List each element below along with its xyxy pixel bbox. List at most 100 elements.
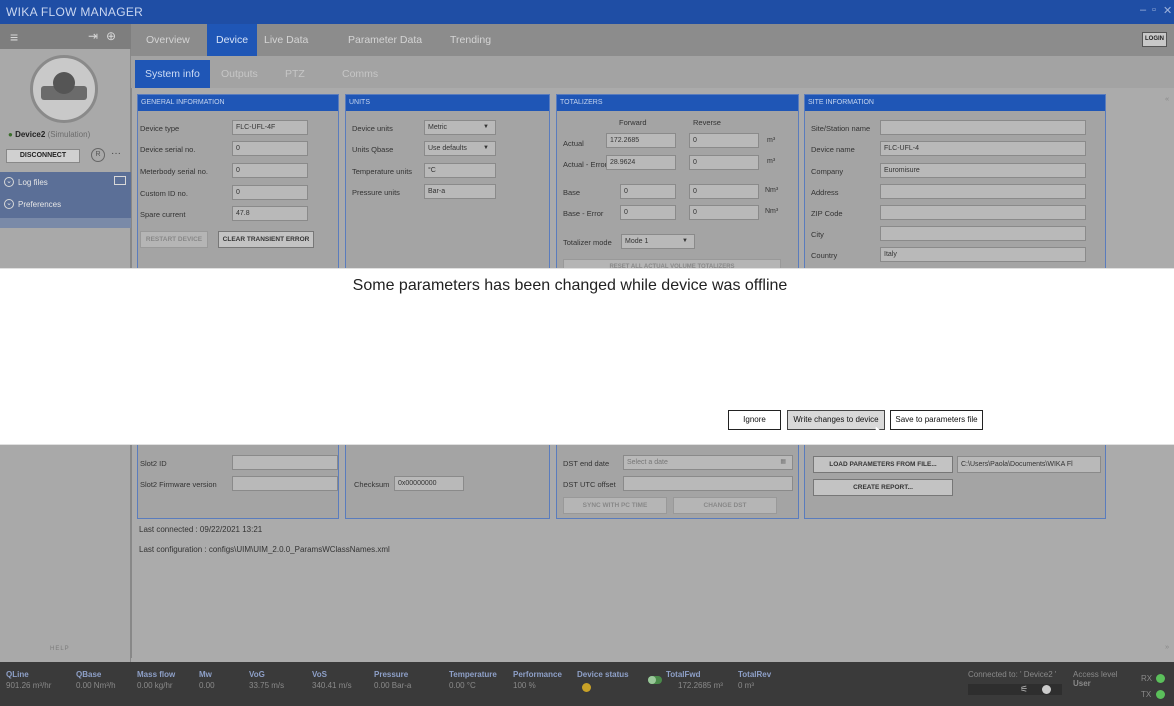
dst-end-date-field[interactable]: Select a date ▦: [623, 455, 793, 470]
load-path-field: C:\Users\Paola\Documents\WIKA Fl: [957, 456, 1101, 473]
panel-title: SITE INFORMATION: [805, 95, 1105, 111]
spare-current-field[interactable]: 47.8: [232, 206, 308, 221]
disconnect-button[interactable]: DISCONNECT: [6, 149, 80, 163]
tab-outputs[interactable]: Outputs: [211, 60, 268, 88]
save-parameters-button[interactable]: Save to parameters file: [890, 410, 983, 430]
dst-end-label: DST end date: [563, 459, 610, 468]
station-label: Site/Station name: [811, 124, 871, 133]
sidebar-toolbar: ≡ ⇥ ⊕: [0, 24, 131, 49]
totalizer-mode-select[interactable]: Mode 1 ▼: [621, 234, 695, 249]
signal-icon: ⚟: [1020, 684, 1029, 694]
city-field[interactable]: [880, 226, 1086, 241]
close-icon[interactable]: ✕: [1163, 4, 1172, 17]
last-configuration-text: Last configuration : configs\UIM\UIM_2.0…: [139, 545, 390, 554]
tab-comms[interactable]: Comms: [332, 60, 388, 88]
zip-field[interactable]: [880, 205, 1086, 220]
zip-label: ZIP Code: [811, 209, 843, 218]
actual-unit: m³: [767, 137, 776, 144]
base-error-forward-field: 0: [620, 205, 676, 220]
dst-offset-field[interactable]: [623, 476, 793, 491]
totalizer-mode-value: Mode 1: [625, 238, 649, 245]
device-name-field[interactable]: FLC-UFL-4: [880, 141, 1086, 156]
device-units-label: Device units: [352, 124, 393, 133]
dropdown-arrow-icon: ▼: [682, 238, 688, 244]
collapse-icon[interactable]: «: [1165, 94, 1169, 103]
calendar-icon[interactable]: ▦: [780, 456, 786, 469]
temperature-units-field[interactable]: °C: [424, 163, 496, 178]
connection-info-box: ⚟: [968, 684, 1062, 695]
rx-indicator-icon: [1156, 674, 1165, 683]
actual-error-label: Actual - Error: [563, 160, 608, 169]
status-total-rev: TotalRev 0 m³: [738, 670, 772, 690]
collapse-bottom-icon[interactable]: »: [1165, 642, 1169, 651]
last-connected-text: Last connected : 09/22/2021 13:21: [139, 525, 263, 534]
serial-field[interactable]: 0: [232, 141, 308, 156]
company-label: Company: [811, 167, 844, 176]
folder-icon[interactable]: [114, 176, 126, 185]
tab-live-data[interactable]: Live Data: [255, 24, 317, 56]
sidebar-item-preferences[interactable]: ⌄ Preferences: [0, 194, 131, 218]
tab-trending[interactable]: Trending: [441, 24, 500, 56]
base-error-label: Base - Error: [563, 209, 604, 218]
more-options-button[interactable]: ···: [111, 148, 121, 159]
country-label: Country: [811, 251, 838, 260]
address-field[interactable]: [880, 184, 1086, 199]
tab-system-info[interactable]: System info: [135, 60, 210, 88]
change-dst-button[interactable]: CHANGE DST: [673, 497, 777, 514]
device-type-label: Device type: [140, 124, 180, 133]
status-vog: VoG 33.75 m/s: [249, 670, 285, 690]
device-mode: (Simulation): [47, 130, 91, 139]
rx-label: RX: [1141, 674, 1153, 683]
ignore-button[interactable]: Ignore: [728, 410, 781, 430]
load-parameters-button[interactable]: LOAD PARAMETERS FROM FILE...: [813, 456, 953, 473]
status-qline: QLine 901.26 m³/hr: [6, 670, 52, 690]
help-label[interactable]: HELP: [50, 646, 70, 652]
clear-transient-error-button[interactable]: CLEAR TRANSIENT ERROR: [218, 231, 314, 248]
tab-parameter-data[interactable]: Parameter Data: [339, 24, 431, 56]
total-fwd-toggle[interactable]: [648, 676, 662, 684]
tab-overview[interactable]: Overview: [137, 24, 199, 56]
checksum-field: 0x00000000: [394, 476, 464, 491]
dropdown-arrow-icon: ▼: [483, 145, 489, 151]
station-field[interactable]: [880, 120, 1086, 135]
panel-title: GENERAL INFORMATION: [138, 95, 338, 111]
sidebar-item-log-files[interactable]: ⌄ Log files: [0, 172, 131, 194]
sync-pc-time-button[interactable]: SYNC WITH PC TIME: [563, 497, 667, 514]
tab-device[interactable]: Device: [207, 24, 258, 56]
custom-id-field[interactable]: 0: [232, 185, 308, 200]
restore-icon[interactable]: ▫: [1152, 4, 1156, 16]
power-icon[interactable]: [1042, 685, 1051, 694]
meterbody-field[interactable]: 0: [232, 163, 308, 178]
panel-title: TOTALIZERS: [557, 95, 798, 111]
login-arrow-icon[interactable]: ⇥: [88, 29, 98, 43]
round-r-button[interactable]: R: [91, 148, 105, 162]
tx-indicator-icon: [1156, 690, 1165, 699]
write-changes-button[interactable]: Write changes to device: [787, 410, 885, 430]
minimize-icon[interactable]: –: [1140, 4, 1146, 16]
meter-body-shape: [53, 72, 75, 94]
qbase-units-select[interactable]: Use defaults ▼: [424, 141, 496, 156]
restart-device-button[interactable]: RESTART DEVICE: [140, 231, 208, 248]
create-report-button[interactable]: CREATE REPORT...: [813, 479, 953, 496]
address-label: Address: [811, 188, 839, 197]
device-type-field: FLC-UFL-4F: [232, 120, 308, 135]
custom-id-label: Custom ID no.: [140, 189, 188, 198]
add-device-icon[interactable]: ⊕: [106, 29, 116, 43]
country-field[interactable]: Italy: [880, 247, 1086, 262]
login-button[interactable]: LOGIN: [1142, 32, 1167, 47]
tab-ptz[interactable]: PTZ: [275, 60, 315, 88]
status-performance: Performance 100 %: [513, 670, 562, 690]
dialog-message: Some parameters has been changed while d…: [352, 277, 788, 294]
company-field[interactable]: Euromisure: [880, 163, 1086, 178]
pressure-units-label: Pressure units: [352, 188, 400, 197]
device-image: [30, 55, 98, 123]
device-units-select[interactable]: Metric ▼: [424, 120, 496, 135]
spare-current-label: Spare current: [140, 210, 186, 219]
panel-title: UNITS: [346, 95, 549, 111]
slot2-firmware-field: [232, 476, 338, 491]
main-tab-bar: Overview Device Live Data Parameter Data…: [131, 24, 1174, 56]
pressure-units-field[interactable]: Bar-a: [424, 184, 496, 199]
sub-tab-bar: System info Outputs PTZ Comms: [131, 56, 1174, 88]
hamburger-menu-icon[interactable]: ≡: [10, 29, 18, 45]
status-device-status: Device status: [577, 670, 629, 679]
